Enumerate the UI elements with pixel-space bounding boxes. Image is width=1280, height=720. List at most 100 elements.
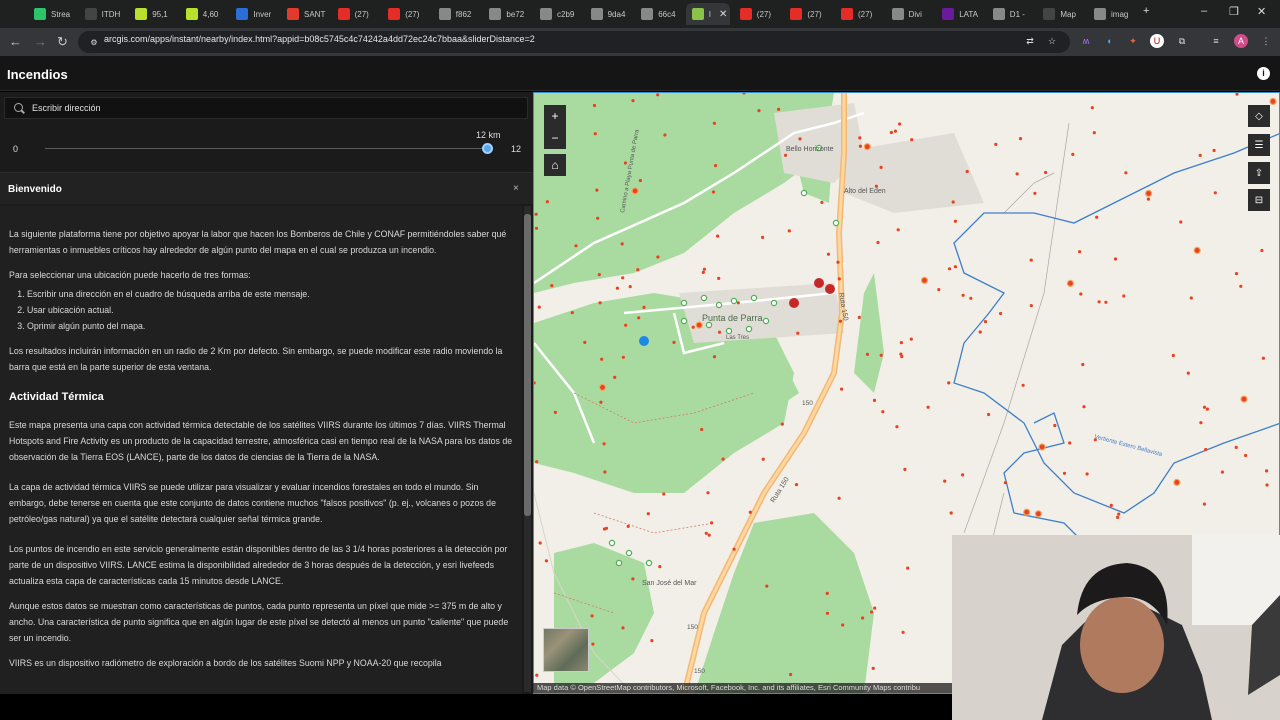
river-line — [953, 133, 1279, 514]
basemap-toggle[interactable] — [543, 628, 589, 672]
poi-marker — [745, 325, 753, 333]
fire-point — [1021, 383, 1025, 387]
extension-icon[interactable]: ʍ — [1079, 34, 1093, 48]
search-input[interactable]: Escribir dirección — [4, 97, 528, 119]
legend-button[interactable]: ⊟ — [1248, 189, 1270, 211]
globe-icon — [1094, 8, 1106, 20]
fire-point — [1122, 294, 1126, 298]
fire-point — [646, 512, 650, 516]
distance-slider-track[interactable] — [45, 148, 488, 149]
slider-min-label: 0 — [13, 144, 19, 154]
browser-tab[interactable]: 4,60 — [180, 3, 229, 25]
home-button[interactable]: ⌂ — [544, 154, 566, 176]
browser-tab[interactable]: Strea — [28, 3, 77, 25]
browser-tab[interactable]: 95,1 — [129, 3, 178, 25]
fire-point — [1117, 512, 1121, 516]
menu-icon[interactable]: ⋮ — [1259, 34, 1273, 48]
translate-icon[interactable]: ⇄ — [1023, 34, 1037, 48]
zoom-in-button[interactable]: + — [544, 105, 566, 127]
browser-tab[interactable]: ITDH — [79, 3, 128, 25]
browser-tab[interactable]: 66c4 — [635, 3, 684, 25]
browser-tab[interactable]: (27) — [784, 3, 833, 25]
fire-point — [873, 606, 877, 610]
fire-point — [672, 340, 676, 344]
fire-point — [953, 219, 957, 223]
browser-tab[interactable]: be72 — [483, 3, 532, 25]
forward-icon[interactable]: → — [34, 34, 47, 50]
browser-tab[interactable]: (27) — [332, 3, 381, 25]
fire-point — [1053, 423, 1057, 428]
youtube-icon — [388, 8, 401, 20]
fire-point — [534, 226, 539, 230]
paragraph: Este mapa presenta una capa con activida… — [9, 420, 513, 462]
restore-icon[interactable]: ❐ — [1229, 5, 1239, 18]
browser-tab[interactable]: 9da4 — [585, 3, 634, 25]
puzzle-icon[interactable]: ⧉ — [1175, 34, 1189, 48]
bookmark-star-icon[interactable]: ☆ — [1045, 34, 1059, 48]
browser-tab[interactable]: imag — [1088, 3, 1137, 25]
browser-tab[interactable]: c2b9 — [534, 3, 583, 25]
tab-label: Map — [1060, 9, 1076, 19]
fire-point — [624, 323, 628, 327]
tab-label: Strea — [51, 9, 71, 19]
paragraph: Los puntos de incendio en este servicio … — [9, 544, 508, 586]
close-icon[interactable]: × — [513, 183, 519, 194]
avatar[interactable]: A — [1234, 34, 1248, 48]
browser-tab[interactable]: LATA — [936, 3, 985, 25]
place-label: Punta de Parra — [702, 313, 763, 323]
extension-icon[interactable]: ✦ — [1126, 34, 1140, 48]
browser-tab[interactable]: Inver — [230, 3, 279, 25]
fire-point — [899, 341, 903, 345]
extension-icon[interactable]: ◖ — [1102, 34, 1116, 48]
place-label: Las Tres — [726, 335, 749, 341]
fire-point — [757, 109, 761, 113]
tt-icon — [1043, 8, 1056, 20]
reload-icon[interactable]: ↻ — [57, 34, 68, 50]
road-label: 150 — [694, 668, 705, 675]
fire-point — [1212, 148, 1216, 153]
fire-point — [1081, 362, 1085, 367]
distance-slider-handle[interactable] — [482, 143, 493, 154]
welcome-content: La siguiente plataforma tiene por objeti… — [0, 206, 522, 720]
fire-point — [544, 559, 548, 563]
browser-tab[interactable]: (27) — [382, 3, 431, 25]
back-icon[interactable]: ← — [9, 34, 22, 50]
close-tab-icon[interactable]: ✕ — [719, 9, 727, 20]
browser-tab[interactable]: I ✕ — [685, 3, 730, 25]
fire-point — [1029, 258, 1033, 262]
fire-point — [1109, 503, 1113, 507]
browser-tab[interactable]: SANT — [281, 3, 330, 25]
fire-point — [837, 496, 841, 500]
browser-tab[interactable]: (27) — [734, 3, 783, 25]
minimize-icon[interactable]: – — [1201, 5, 1207, 17]
browser-tab[interactable]: Divi — [886, 3, 935, 25]
bottom-strip — [0, 694, 533, 720]
browser-tab[interactable]: D1 - — [987, 3, 1036, 25]
fire-point — [535, 460, 539, 464]
close-window-icon[interactable]: ✕ — [1257, 5, 1266, 18]
fire-point — [949, 511, 953, 515]
fire-point — [1097, 300, 1101, 304]
fire-point — [596, 216, 600, 220]
fire-point — [710, 521, 714, 525]
browser-tab[interactable]: (27) — [835, 3, 884, 25]
extension-icon[interactable]: U — [1150, 34, 1164, 48]
reading-list-icon[interactable]: ≡ — [1209, 34, 1223, 48]
scrollbar-thumb[interactable] — [524, 214, 531, 516]
fire-point — [1239, 284, 1243, 288]
site-info-icon[interactable]: ⚙ — [87, 35, 101, 49]
browser-tab[interactable]: Map — [1037, 3, 1086, 25]
fire-point — [947, 267, 952, 271]
new-tab-icon[interactable]: + — [1143, 5, 1149, 17]
fire-point — [1205, 407, 1209, 411]
poi-marker — [680, 299, 688, 307]
zoom-out-button[interactable]: − — [544, 127, 566, 149]
info-icon[interactable]: i — [1257, 67, 1270, 80]
browser-tab[interactable]: f862 — [433, 3, 482, 25]
fire-point — [1213, 191, 1217, 195]
locate-button[interactable]: ◇ — [1248, 105, 1270, 127]
layer-list-button[interactable]: ☰ — [1248, 134, 1270, 156]
fire-point — [953, 265, 957, 269]
share-button[interactable]: ⇪ — [1248, 162, 1270, 184]
url-text[interactable]: arcgis.com/apps/instant/nearby/index.htm… — [104, 34, 535, 44]
